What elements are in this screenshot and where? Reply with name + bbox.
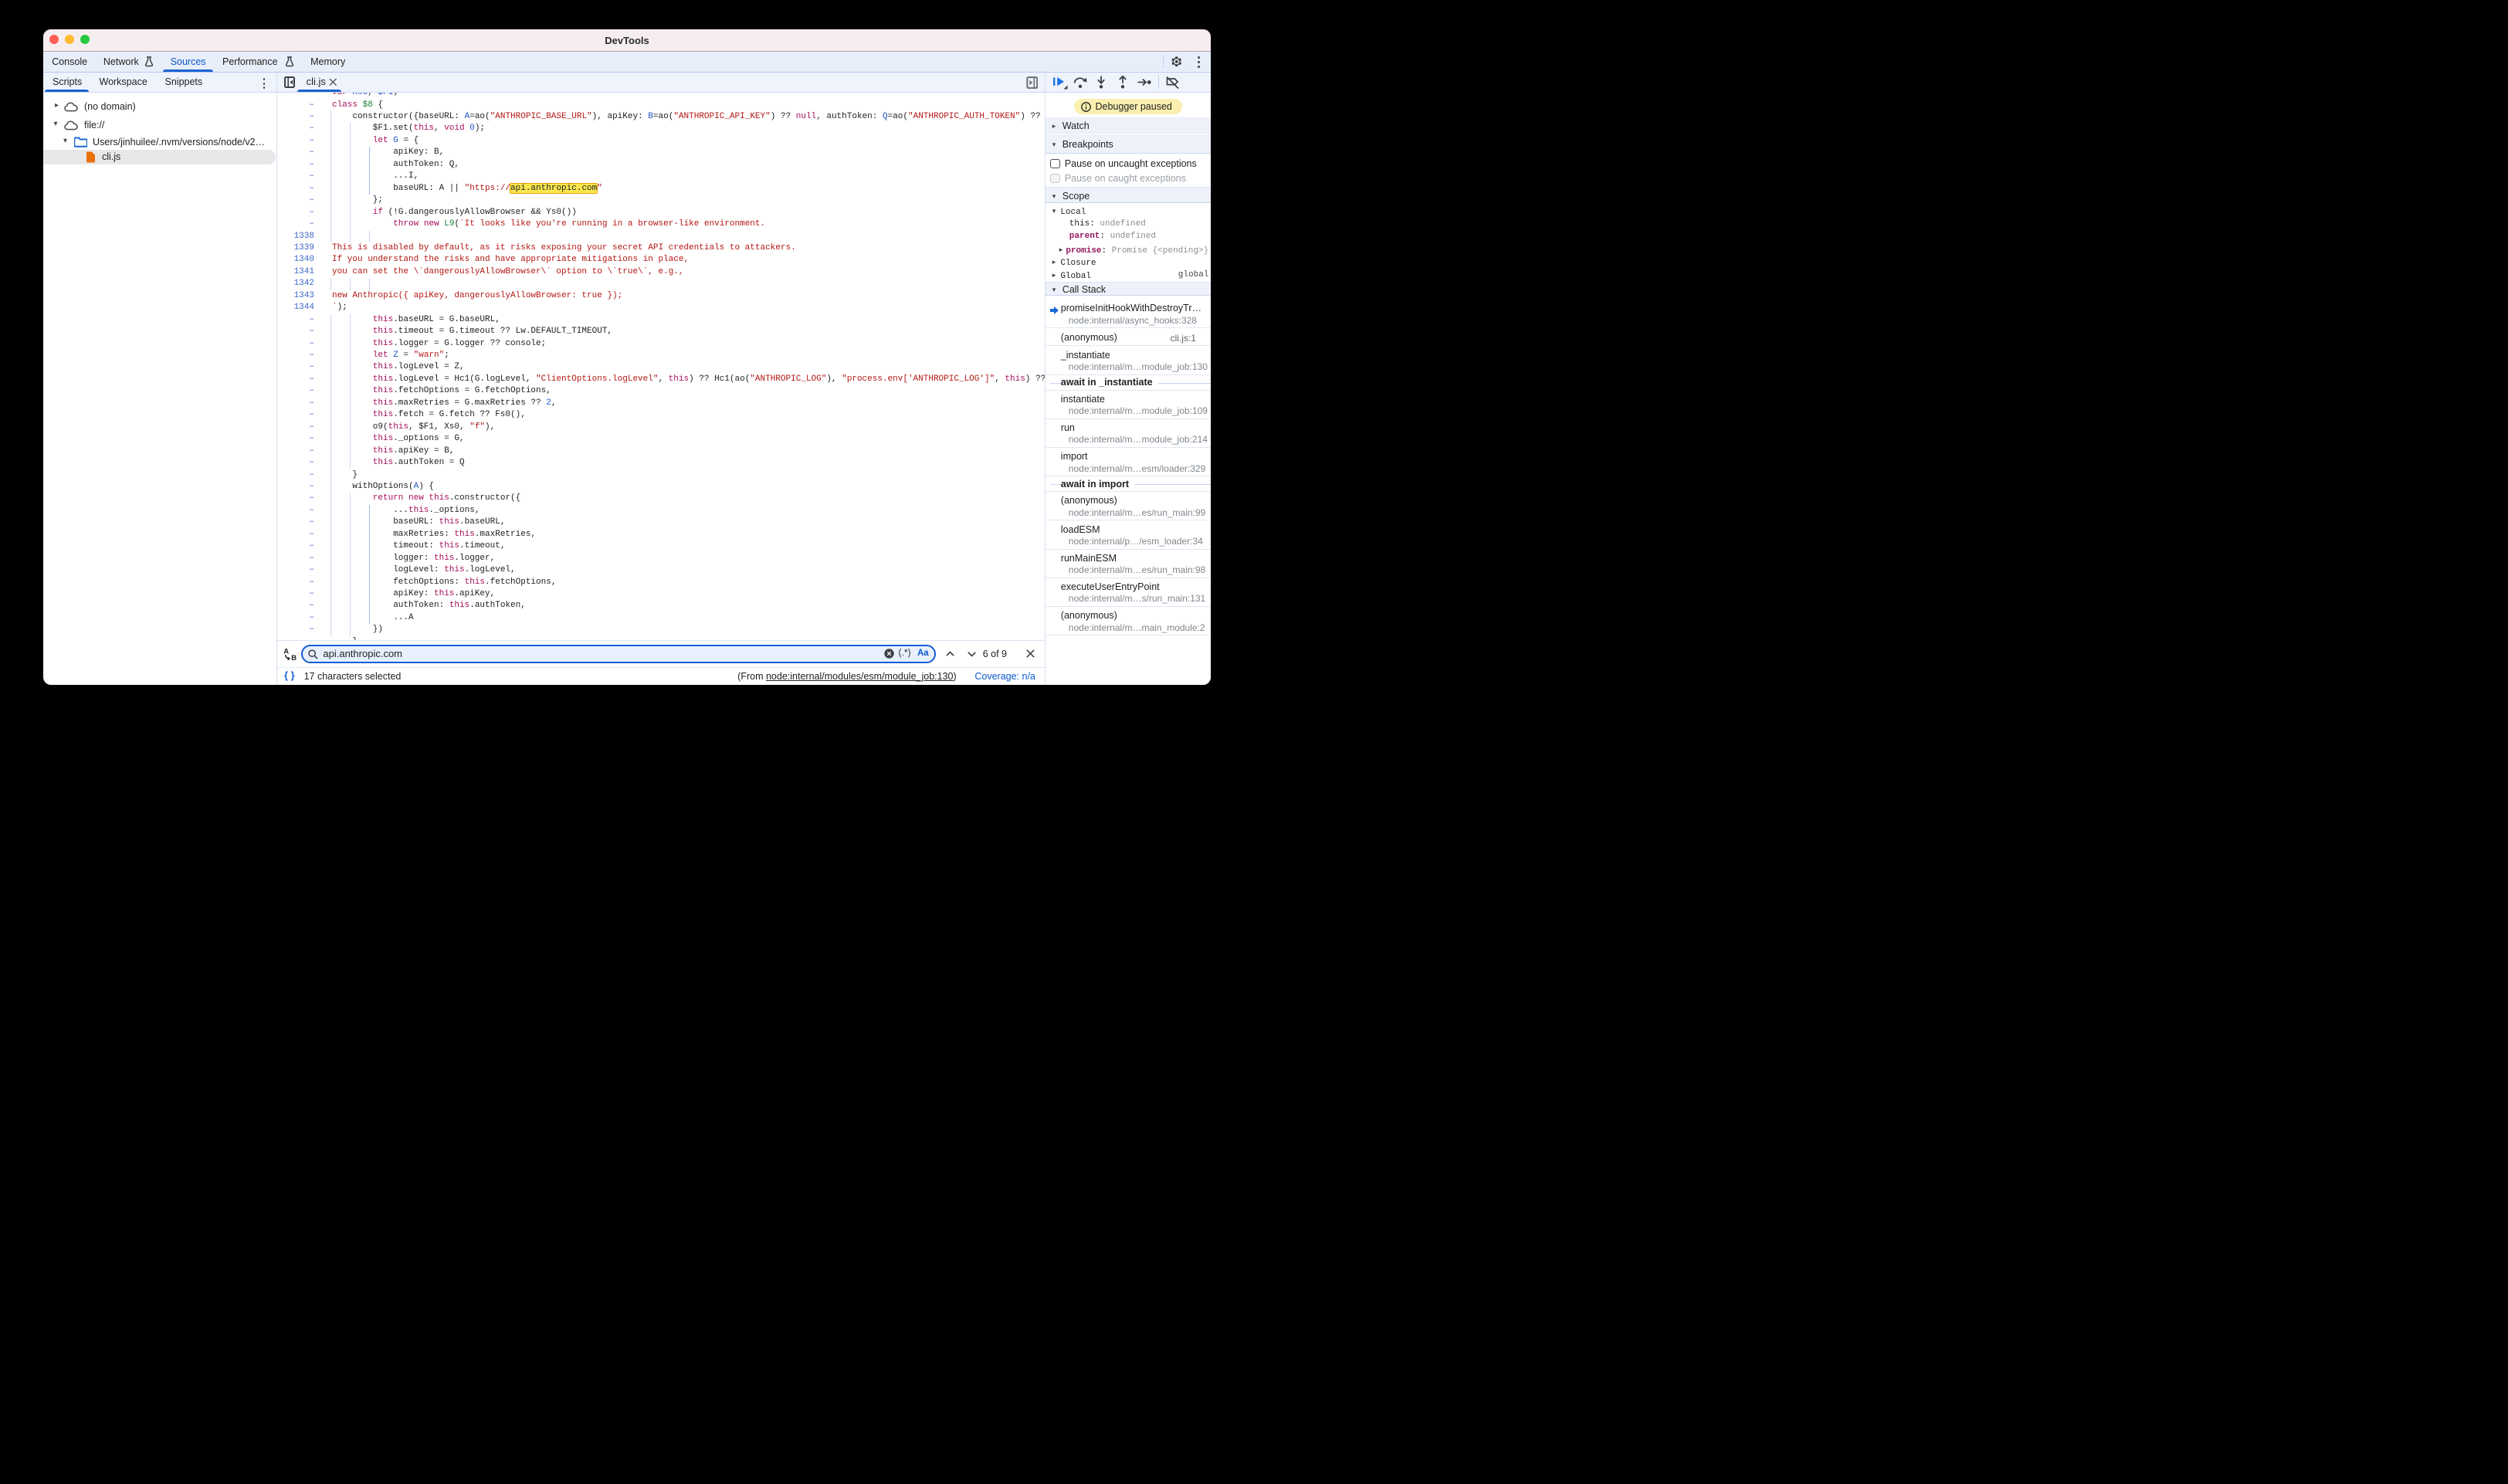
svg-text:B: B	[291, 654, 297, 661]
svg-text:A: A	[283, 648, 289, 656]
